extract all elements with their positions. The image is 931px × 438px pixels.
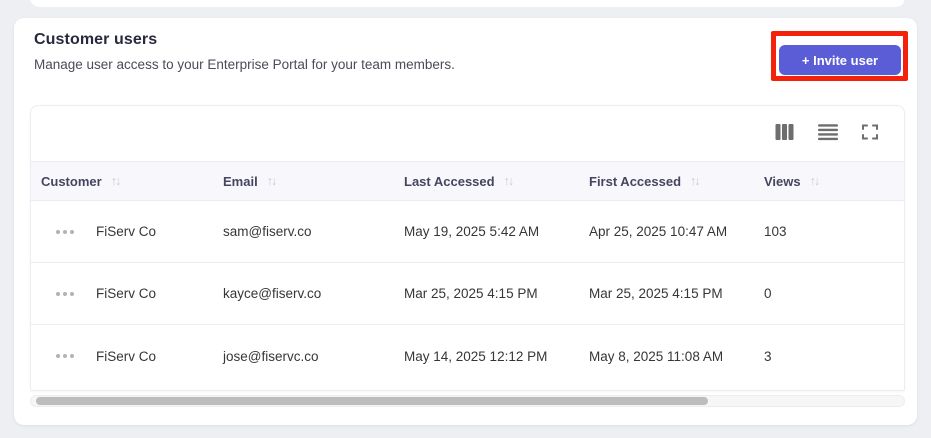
first-accessed-cell: May 8, 2025 11:08 AM — [589, 348, 724, 364]
users-table: Customer ↑↓ Email ↑↓ Last Accessed ↑↓ Fi… — [30, 105, 905, 391]
views-cell: 0 — [764, 286, 772, 301]
customer-users-panel: Customer users Manage user access to you… — [14, 18, 917, 425]
customer-cell: FiServ Co — [31, 286, 223, 301]
fullscreen-icon — [862, 124, 878, 143]
columns-button[interactable] — [775, 123, 794, 144]
column-header-customer[interactable]: Customer ↑↓ — [31, 162, 223, 200]
sort-icon: ↑↓ — [266, 174, 278, 188]
row-menu-button[interactable] — [56, 352, 74, 360]
sort-icon: ↑↓ — [110, 174, 122, 188]
views-cell: 103 — [764, 224, 787, 239]
column-label: Last Accessed — [404, 173, 495, 189]
previous-card-edge — [30, 0, 905, 7]
table-row[interactable]: FiServ Co sam@fiserv.co May 19, 2025 5:4… — [31, 201, 904, 263]
customer-name: FiServ Co — [96, 224, 157, 239]
sort-icon: ↑↓ — [503, 174, 515, 188]
column-label: Views — [764, 173, 801, 189]
fullscreen-button[interactable] — [862, 124, 878, 143]
row-menu-button[interactable] — [56, 228, 74, 236]
customer-name: FiServ Co — [96, 286, 157, 301]
column-header-email[interactable]: Email ↑↓ — [223, 162, 404, 200]
table-header-row: Customer ↑↓ Email ↑↓ Last Accessed ↑↓ Fi… — [31, 161, 904, 201]
email-cell: sam@fiserv.co — [223, 224, 312, 239]
column-header-last-accessed[interactable]: Last Accessed ↑↓ — [404, 162, 589, 200]
last-accessed-cell: Mar 25, 2025 4:15 PM — [404, 286, 538, 301]
customer-cell: FiServ Co — [31, 224, 223, 239]
column-header-first-accessed[interactable]: First Accessed ↑↓ — [589, 162, 764, 200]
horizontal-scrollbar-track[interactable] — [30, 395, 905, 407]
last-accessed-cell: May 19, 2025 5:42 AM — [404, 224, 540, 239]
page-title: Customer users — [34, 31, 158, 48]
row-menu-button[interactable] — [56, 290, 74, 298]
invite-user-button[interactable]: + Invite user — [779, 45, 901, 75]
email-cell: jose@fiservc.co — [223, 348, 319, 364]
customer-name: FiServ Co — [96, 348, 157, 364]
column-label: Customer — [41, 173, 102, 189]
page-subtitle: Manage user access to your Enterprise Po… — [34, 57, 455, 72]
sort-icon: ↑↓ — [809, 174, 821, 188]
first-accessed-cell: Mar 25, 2025 4:15 PM — [589, 286, 723, 301]
first-accessed-cell: Apr 25, 2025 10:47 AM — [589, 224, 728, 239]
column-label: Email — [223, 173, 258, 189]
columns-icon — [775, 123, 794, 144]
column-label: First Accessed — [589, 173, 682, 189]
table-row[interactable]: FiServ Co kayce@fiserv.co Mar 25, 2025 4… — [31, 263, 904, 325]
table-toolbar — [31, 106, 904, 161]
views-cell: 3 — [764, 348, 772, 364]
email-cell: kayce@fiserv.co — [223, 286, 322, 301]
horizontal-scrollbar-thumb[interactable] — [36, 397, 708, 405]
density-button[interactable] — [818, 123, 838, 144]
table-row[interactable]: FiServ Co jose@fiservc.co May 14, 2025 1… — [31, 325, 904, 387]
sort-icon: ↑↓ — [690, 174, 701, 188]
column-header-views[interactable]: Views ↑↓ — [764, 162, 904, 200]
last-accessed-cell: May 14, 2025 12:12 PM — [404, 348, 548, 364]
customer-cell: FiServ Co — [31, 349, 223, 364]
density-lines-icon — [818, 123, 838, 144]
